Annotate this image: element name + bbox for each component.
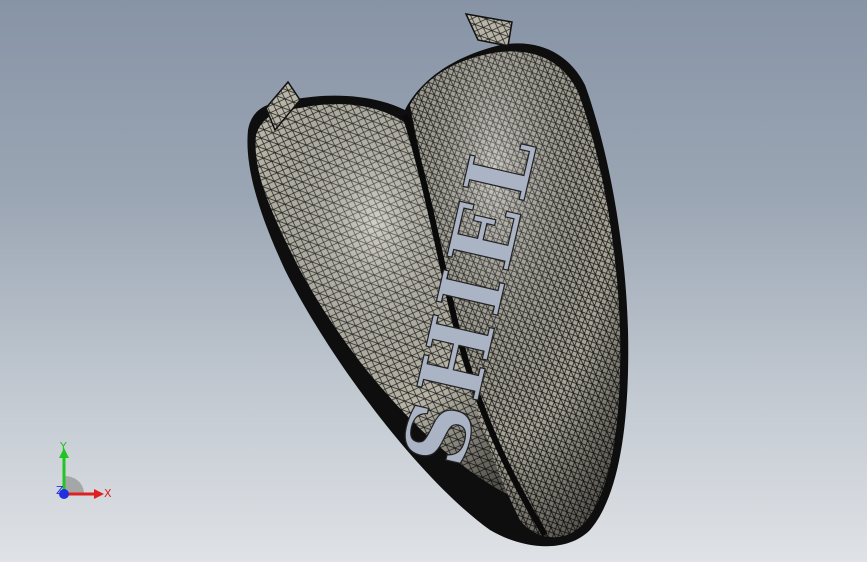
x-axis-arrow-icon: [94, 489, 104, 499]
z-axis-label: Z: [56, 484, 64, 497]
x-axis-label: X: [104, 487, 112, 500]
orientation-triad: Y X Z: [56, 440, 112, 500]
y-axis-label: Y: [59, 440, 67, 453]
mesh-shell-model[interactable]: SHIEL: [0, 0, 867, 562]
right-tab: [464, 13, 513, 47]
graphics-viewport[interactable]: SHIEL Y X Z: [0, 0, 867, 562]
